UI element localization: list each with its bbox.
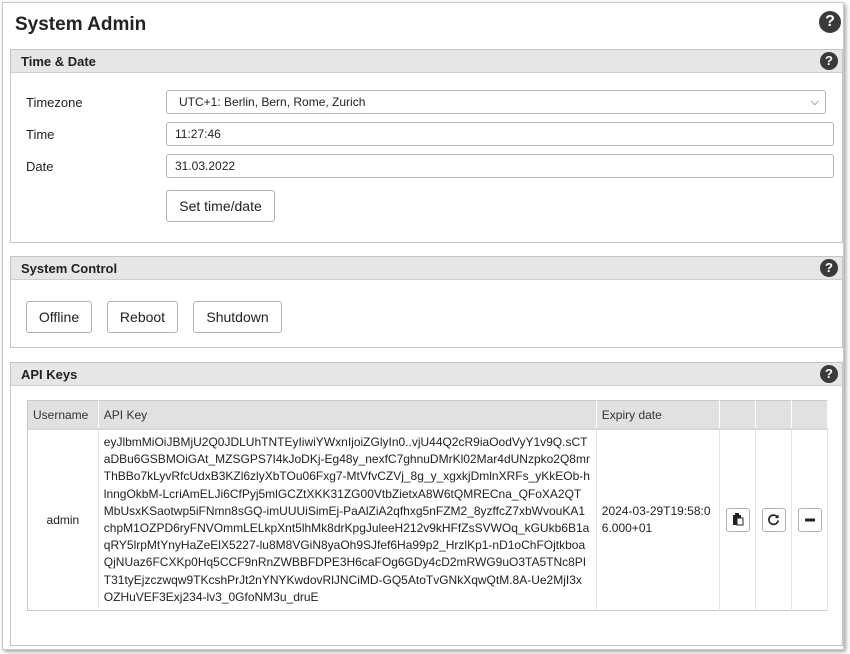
api-key-text: eyJlbmMiOiJBMjU2Q0JDLUhTNTEyIiwiYWxnIjoi… [103, 435, 590, 604]
api-keys-header: API Keys ? [11, 363, 842, 386]
copy-button[interactable] [725, 508, 750, 533]
column-header-username: Username [27, 400, 99, 429]
copy-action-cell [719, 428, 757, 611]
api-key-cell: eyJlbmMiOiJBMjU2Q0JDLUhTNTEyIiwiYWxnIjoi… [98, 428, 597, 611]
help-icon[interactable]: ? [820, 259, 838, 277]
refresh-icon [768, 514, 780, 526]
copy-icon [732, 513, 744, 526]
api-keys-table: Username API Key Expiry date admin eyJlb… [27, 400, 828, 612]
time-input[interactable]: 11:27:46 [166, 122, 834, 146]
time-date-header: Time & Date ? [11, 50, 842, 73]
help-icon[interactable]: ? [820, 52, 838, 70]
delete-button[interactable] [797, 508, 822, 533]
chevron-down-icon: ⌵ [810, 96, 819, 108]
table-row: admin eyJlbmMiOiJBMjU2Q0JDLUhTNTEyIiwiYW… [27, 428, 828, 611]
page-title: System Admin [15, 14, 147, 35]
timezone-select[interactable]: UTC+1: Berlin, Bern, Rome, Zurich ⌵ [166, 90, 826, 114]
timezone-value: UTC+1: Berlin, Bern, Rome, Zurich [179, 95, 366, 109]
panel-title: System Control [21, 261, 118, 276]
date-input[interactable]: 31.03.2022 [166, 154, 834, 178]
column-header-expiry: Expiry date [596, 400, 721, 429]
api-keys-panel: API Keys ? Username API Key Expiry date … [10, 362, 843, 646]
column-header-empty [791, 400, 828, 429]
time-label: Time [26, 127, 55, 142]
panel-title: API Keys [21, 367, 78, 382]
delete-action-cell [791, 428, 828, 611]
time-date-panel: Time & Date ? Timezone UTC+1: Berlin, Be… [10, 49, 843, 243]
refresh-action-cell [755, 428, 793, 611]
timezone-label: Timezone [26, 95, 83, 110]
table-header-row: Username API Key Expiry date [27, 400, 828, 429]
column-header-api-key: API Key [98, 400, 597, 429]
help-icon[interactable]: ? [820, 365, 838, 383]
reboot-button[interactable]: Reboot [107, 301, 178, 333]
system-control-header: System Control ? [11, 257, 842, 280]
system-control-panel: System Control ? Offline Reboot Shutdown [10, 256, 843, 348]
date-label: Date [26, 159, 54, 174]
panel-title: Time & Date [21, 54, 96, 69]
set-time-date-button[interactable]: Set time/date [166, 190, 275, 222]
system-admin-window: System Admin ? Time & Date ? Timezone UT… [2, 2, 844, 650]
column-header-empty [719, 400, 757, 429]
username-cell: admin [27, 428, 99, 611]
offline-button[interactable]: Offline [26, 301, 92, 333]
refresh-button[interactable] [761, 508, 786, 533]
minus-icon [804, 518, 815, 522]
column-header-empty [755, 400, 793, 429]
expiry-cell: 2024-03-29T19:58:06.000+01 [596, 428, 721, 611]
shutdown-button[interactable]: Shutdown [193, 301, 282, 333]
help-icon[interactable]: ? [819, 11, 841, 33]
